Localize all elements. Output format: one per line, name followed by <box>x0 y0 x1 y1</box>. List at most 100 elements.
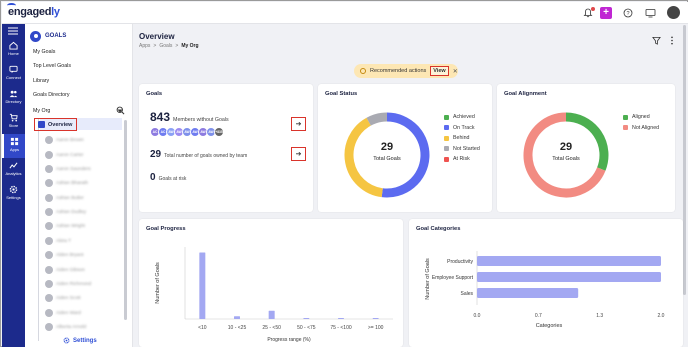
bar[interactable] <box>303 318 310 319</box>
bar[interactable] <box>268 310 275 319</box>
legend-item: Behind <box>444 133 480 144</box>
notification-dot <box>591 7 595 11</box>
org-person[interactable]: Aiden Ward <box>45 308 120 318</box>
sidebar-item-library[interactable]: Library <box>33 78 49 84</box>
donut-slice-not-started[interactable] <box>366 112 388 126</box>
alignment-donut-center: 29 Total Goals <box>552 141 580 162</box>
engagedly-logo[interactable]: engagedly <box>7 3 60 18</box>
rail-apps[interactable]: Apps <box>2 134 25 158</box>
total-goals-stat: 29 Total number of goals owned by team <box>150 149 248 160</box>
avatar <box>45 151 53 159</box>
rail-directory[interactable]: Directory <box>2 86 25 110</box>
org-person[interactable]: Akira T <box>45 236 120 246</box>
app-window: engagedly + ? Home Connect Directory Sto… <box>0 0 688 347</box>
org-person[interactable]: Aiden Richmond <box>45 279 120 289</box>
menu-toggle-icon[interactable] <box>7 27 19 35</box>
org-person[interactable]: Aaron Brown <box>45 135 120 145</box>
filter-icon[interactable] <box>652 36 661 45</box>
sidebar-item-overview[interactable]: Overview <box>34 118 77 131</box>
bar[interactable] <box>372 318 379 319</box>
avatar <box>45 179 53 187</box>
user-avatar[interactable] <box>667 6 680 19</box>
avatar <box>45 266 53 274</box>
card-title: Goal Categories <box>416 226 461 232</box>
bar[interactable] <box>338 318 344 319</box>
member-avatars[interactable]: AC AC AW AW AW AW AW AW +835 <box>150 127 224 137</box>
rail-connect[interactable]: Connect <box>2 62 25 86</box>
x-tick-label: 75 - <100 <box>330 325 351 331</box>
status-donut-center: 29 Total Goals <box>373 141 401 162</box>
rail-analytics[interactable]: Analytics <box>2 158 25 182</box>
x-axis-label: Categories <box>536 323 563 329</box>
legend-item: At Risk <box>444 154 480 165</box>
my-org-dropdown[interactable]: My Org <box>33 108 123 114</box>
org-person[interactable]: Aiden Scott <box>45 293 120 303</box>
goals-card: Goals <box>139 84 313 212</box>
gear-icon <box>63 337 70 344</box>
goal-categories-chart: Productivity Employee Support Sales 0.0 0.7 1… <box>425 251 665 329</box>
breadcrumb-separator: > <box>153 43 157 49</box>
avatar <box>45 222 53 230</box>
org-person[interactable]: Alberta Arnold <box>45 322 120 332</box>
legend-item: Aligned <box>623 112 659 123</box>
recommended-actions-banner: Recommended actions View ✕ <box>354 64 458 78</box>
breadcrumb-separator: > <box>175 43 179 49</box>
bar[interactable] <box>199 252 206 319</box>
org-person[interactable]: Adrian Dudley <box>45 207 120 217</box>
card-title: Goal Status <box>325 91 358 97</box>
bar[interactable] <box>477 288 579 298</box>
legend-item: Not Started <box>444 144 480 155</box>
notification-bell-icon[interactable] <box>582 7 595 19</box>
breadcrumb-goals[interactable]: Goals <box>159 43 172 49</box>
goals-sidebar: GOALS My Goals Top Level Goals Library G… <box>25 24 133 347</box>
legend-item: On Track <box>444 123 480 134</box>
bar[interactable] <box>234 316 240 319</box>
org-person[interactable]: Adrian Bharath <box>45 178 120 188</box>
card-title: Goals <box>146 91 163 97</box>
goals-at-risk-stat: 0 Goals at risk <box>150 172 187 183</box>
screen-icon[interactable] <box>644 7 656 19</box>
x-tick-label: 0.7 <box>535 313 542 319</box>
svg-text:?: ? <box>626 11 629 17</box>
org-person[interactable]: Adrian Wright <box>45 221 120 231</box>
rail-store[interactable]: Store <box>2 110 25 134</box>
add-plus-button[interactable]: + <box>600 7 612 19</box>
avatar <box>45 208 53 216</box>
main-scrollbar[interactable] <box>683 25 687 347</box>
card-title: Goal Progress <box>146 226 186 232</box>
avatar <box>45 323 53 331</box>
goal-status-legend: Achieved On Track Behind Not Started At … <box>444 112 480 165</box>
x-tick-label: 50 - <75 <box>297 325 316 331</box>
rail-home[interactable]: Home <box>2 38 25 62</box>
sidebar-settings-button[interactable]: Settings <box>63 337 97 344</box>
view-button[interactable]: View <box>430 66 449 76</box>
store-icon <box>9 113 18 122</box>
sidebar-scrollbar[interactable] <box>124 120 127 320</box>
bar[interactable] <box>477 272 661 282</box>
x-tick-label: 25 - <50 <box>262 325 281 331</box>
goal-progress-chart: <10 10 - <25 25 - <50 50 - <75 75 - <100 >= 1… <box>155 247 393 343</box>
search-icon[interactable] <box>116 106 125 115</box>
org-person[interactable]: Adrian Butler <box>45 193 120 203</box>
close-icon[interactable]: ✕ <box>453 68 458 75</box>
help-icon[interactable]: ? <box>622 7 634 19</box>
x-tick-label: <10 <box>198 325 207 331</box>
rail-settings[interactable]: Settings <box>2 182 25 206</box>
breadcrumb-apps[interactable]: Apps <box>139 43 150 49</box>
members-arrow-button[interactable]: ➔ <box>291 117 306 131</box>
org-person[interactable]: Aaron Saunders <box>45 164 120 174</box>
avatar <box>45 165 53 173</box>
sidebar-item-goals-directory[interactable]: Goals Directory <box>33 92 70 98</box>
org-person[interactable]: Aiden Gibson <box>45 265 120 275</box>
more-options-icon[interactable] <box>670 36 674 45</box>
legend-item: Achieved <box>444 112 480 123</box>
sidebar-item-my-goals[interactable]: My Goals <box>33 49 55 55</box>
sidebar-item-top-level-goals[interactable]: Top Level Goals <box>33 63 71 69</box>
avatar <box>45 280 53 288</box>
members-without-goals-stat: 843 Members without Goals <box>150 110 229 124</box>
org-person[interactable]: Aaron Carter <box>45 150 120 160</box>
bar[interactable] <box>477 256 661 266</box>
org-person[interactable]: Alden Bryant <box>45 250 120 260</box>
total-goals-arrow-button[interactable]: ➔ <box>291 147 306 161</box>
avatar <box>45 136 53 144</box>
